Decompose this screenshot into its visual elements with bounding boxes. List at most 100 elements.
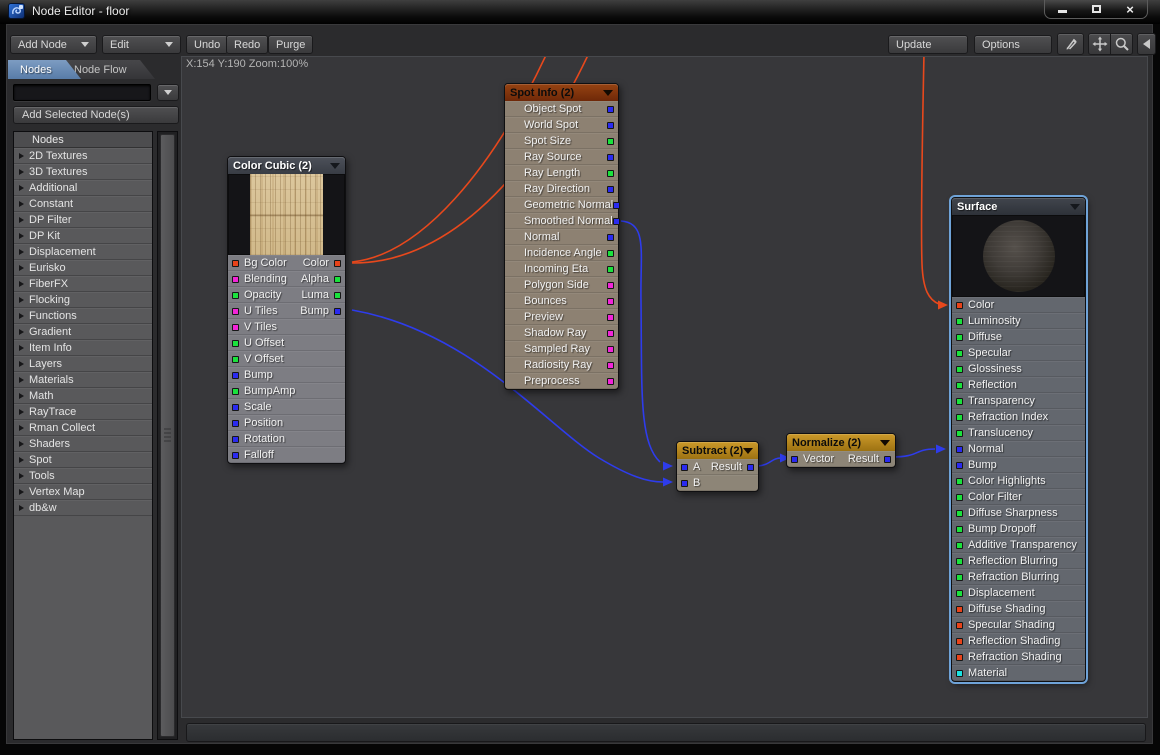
port-socket-magenta[interactable]	[607, 314, 614, 321]
collapse-panel-button[interactable]	[1137, 33, 1156, 55]
port-socket-green[interactable]	[956, 526, 963, 533]
sidebar-item-fiberfx[interactable]: FiberFX	[14, 276, 152, 292]
close-button[interactable]: ×	[1119, 2, 1141, 16]
port-socket-green[interactable]	[232, 292, 239, 299]
wire-normalize-result-to-surface-normal[interactable]	[892, 449, 935, 457]
port-socket-blue[interactable]	[956, 446, 963, 453]
node-search-input[interactable]	[13, 84, 151, 101]
sidebar-item-additional[interactable]: Additional	[14, 180, 152, 196]
port-socket-green[interactable]	[232, 356, 239, 363]
port-socket-green[interactable]	[956, 542, 963, 549]
pen-edit-button[interactable]	[1057, 33, 1084, 55]
port-socket-green[interactable]	[956, 590, 963, 597]
node-spot-info[interactable]: Spot Info (2)Object SpotWorld SpotSpot S…	[504, 83, 619, 390]
sidebar-item-functions[interactable]: Functions	[14, 308, 152, 324]
node-header[interactable]: Subtract (2)	[677, 442, 758, 459]
sidebar-item-gradient[interactable]: Gradient	[14, 324, 152, 340]
port-socket-green[interactable]	[956, 382, 963, 389]
minimize-button[interactable]	[1051, 2, 1073, 16]
port-socket-green[interactable]	[607, 138, 614, 145]
port-socket-blue[interactable]	[956, 462, 963, 469]
port-socket-magenta[interactable]	[607, 346, 614, 353]
port-socket-red[interactable]	[956, 622, 963, 629]
node-menu-caret-icon[interactable]	[743, 448, 753, 454]
port-socket-blue[interactable]	[232, 372, 239, 379]
port-socket-blue[interactable]	[232, 404, 239, 411]
port-socket-blue[interactable]	[334, 308, 341, 315]
zoom-tool-button[interactable]	[1110, 33, 1133, 55]
port-socket-green[interactable]	[956, 430, 963, 437]
port-socket-green[interactable]	[334, 276, 341, 283]
port-socket-green[interactable]	[956, 318, 963, 325]
port-socket-red[interactable]	[334, 260, 341, 267]
port-socket-blue[interactable]	[613, 218, 620, 225]
port-socket-red[interactable]	[956, 638, 963, 645]
port-socket-magenta[interactable]	[232, 276, 239, 283]
sidebar-item-eurisko[interactable]: Eurisko	[14, 260, 152, 276]
port-socket-blue[interactable]	[747, 464, 754, 471]
sidebar-item-db-w[interactable]: db&w	[14, 500, 152, 516]
port-socket-green[interactable]	[607, 170, 614, 177]
sidebar-item-layers[interactable]: Layers	[14, 356, 152, 372]
port-socket-green[interactable]	[232, 388, 239, 395]
redo-button[interactable]: Redo	[226, 35, 268, 54]
node-surface[interactable]: SurfaceColorLuminosityDiffuseSpecularGlo…	[951, 197, 1086, 682]
node-header[interactable]: Surface	[952, 198, 1085, 215]
sidebar-item-tools[interactable]: Tools	[14, 468, 152, 484]
node-menu-caret-icon[interactable]	[603, 90, 613, 96]
node-header[interactable]: Normalize (2)	[787, 434, 895, 451]
node-header[interactable]: Color Cubic (2)	[228, 157, 345, 174]
port-socket-green[interactable]	[956, 574, 963, 581]
port-socket-blue[interactable]	[681, 480, 688, 487]
sidebar-item-vertex-map[interactable]: Vertex Map	[14, 484, 152, 500]
sidebar-item-displacement[interactable]: Displacement	[14, 244, 152, 260]
port-socket-red[interactable]	[956, 606, 963, 613]
undo-button[interactable]: Undo	[186, 35, 228, 54]
sidebar-item-spot[interactable]: Spot	[14, 452, 152, 468]
port-socket-blue[interactable]	[681, 464, 688, 471]
port-socket-green[interactable]	[956, 350, 963, 357]
port-socket-magenta[interactable]	[607, 282, 614, 289]
search-dropdown-button[interactable]	[157, 84, 179, 101]
port-socket-green[interactable]	[956, 398, 963, 405]
port-socket-blue[interactable]	[607, 122, 614, 129]
scrollbar-thumb[interactable]	[160, 134, 175, 737]
sidebar-item-flocking[interactable]: Flocking	[14, 292, 152, 308]
port-socket-blue[interactable]	[884, 456, 891, 463]
add-node-button[interactable]: Add Node	[10, 35, 97, 54]
port-socket-magenta[interactable]	[232, 308, 239, 315]
port-socket-green[interactable]	[956, 414, 963, 421]
node-subtract[interactable]: Subtract (2)AResultB	[676, 441, 759, 492]
edit-menu-button[interactable]: Edit	[102, 35, 181, 54]
port-socket-magenta[interactable]	[607, 378, 614, 385]
sidebar-item-2d-textures[interactable]: 2D Textures	[14, 148, 152, 164]
port-socket-green[interactable]	[607, 266, 614, 273]
port-socket-blue[interactable]	[607, 106, 614, 113]
port-socket-blue[interactable]	[232, 420, 239, 427]
titlebar[interactable]: Node Editor - floor ×	[0, 0, 1160, 24]
node-graph-canvas[interactable]: Color Cubic (2)Bg ColorColorBlendingAlph…	[181, 56, 1148, 718]
wire-subtract-result-to-normalize-vector[interactable]	[756, 458, 781, 466]
port-socket-green[interactable]	[956, 558, 963, 565]
port-socket-blue[interactable]	[607, 154, 614, 161]
update-button[interactable]: Update	[888, 35, 968, 54]
sidebar-item-shaders[interactable]: Shaders	[14, 436, 152, 452]
wire-top-to-surface-color[interactable]	[922, 56, 939, 304]
sidebar-item-item-info[interactable]: Item Info	[14, 340, 152, 356]
wire-smoothed-normal-to-subtract-a[interactable]	[621, 221, 660, 462]
node-menu-caret-icon[interactable]	[880, 440, 890, 446]
node-menu-caret-icon[interactable]	[330, 163, 340, 169]
port-socket-red[interactable]	[956, 302, 963, 309]
port-socket-green[interactable]	[607, 250, 614, 257]
node-menu-caret-icon[interactable]	[1070, 204, 1080, 210]
pan-tool-button[interactable]	[1088, 33, 1111, 55]
sidebar-item-math[interactable]: Math	[14, 388, 152, 404]
sidebar-item-3d-textures[interactable]: 3D Textures	[14, 164, 152, 180]
port-socket-green[interactable]	[956, 510, 963, 517]
purge-button[interactable]: Purge	[268, 35, 313, 54]
port-socket-blue[interactable]	[791, 456, 798, 463]
sidebar-item-dp-filter[interactable]: DP Filter	[14, 212, 152, 228]
port-socket-blue[interactable]	[613, 202, 620, 209]
port-socket-red[interactable]	[956, 654, 963, 661]
node-normalize[interactable]: Normalize (2)VectorResult	[786, 433, 896, 468]
